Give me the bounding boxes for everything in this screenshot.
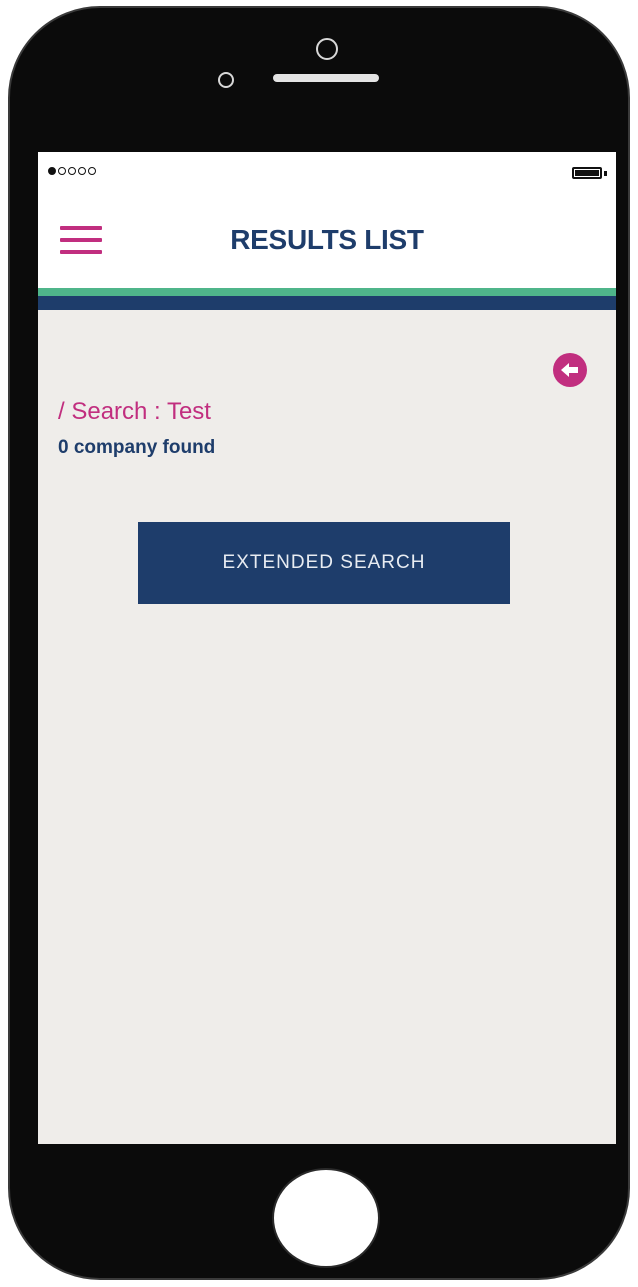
signal-dot — [48, 167, 56, 175]
proximity-sensor — [218, 72, 234, 88]
arrow-left-icon — [561, 363, 578, 377]
page-title: RESULTS LIST — [230, 224, 424, 255]
front-camera — [316, 38, 338, 60]
signal-strength-icon — [48, 167, 96, 175]
battery-tip — [604, 171, 607, 176]
home-button[interactable] — [272, 1168, 380, 1268]
battery-level — [575, 170, 599, 176]
phone-screen: RESULTS LIST / Search : Test 0 company f… — [38, 152, 616, 1144]
status-bar — [38, 152, 616, 192]
search-heading: / Search : Test — [58, 398, 211, 425]
app-header: RESULTS LIST — [38, 192, 616, 288]
back-button[interactable] — [553, 353, 587, 387]
header-accent-stripe — [38, 288, 616, 296]
earpiece-speaker — [273, 74, 379, 82]
header-navy-stripe — [38, 296, 616, 310]
signal-dot — [68, 167, 76, 175]
signal-dot — [78, 167, 86, 175]
signal-dot — [88, 167, 96, 175]
extended-search-button[interactable]: EXTENDED SEARCH — [138, 522, 510, 604]
battery-icon — [572, 167, 602, 179]
phone-frame: RESULTS LIST / Search : Test 0 company f… — [8, 6, 630, 1280]
signal-dot — [58, 167, 66, 175]
result-count: 0 company found — [58, 437, 216, 458]
